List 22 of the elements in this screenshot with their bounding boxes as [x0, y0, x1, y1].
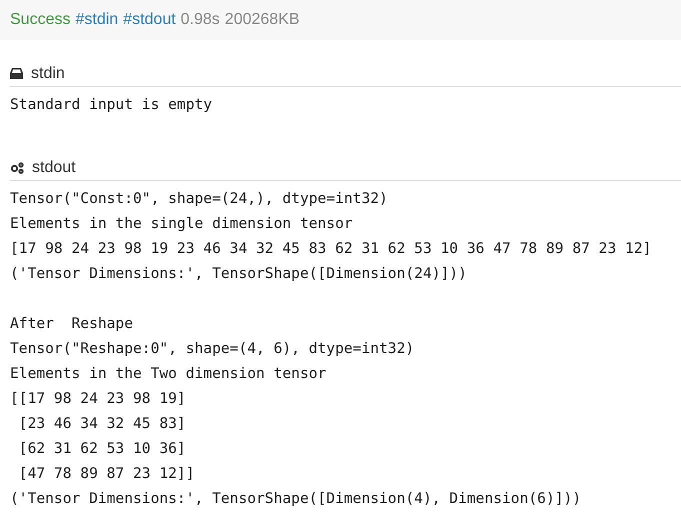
output-line: ('Tensor Dimensions:', TensorShape([Dimension(24)])): [10, 264, 468, 284]
tag-link[interactable]: #stdout: [123, 11, 176, 29]
tag-link[interactable]: #stdin: [75, 11, 118, 29]
memory-text: 200268KB: [224, 11, 300, 29]
section-title: stdin: [31, 64, 65, 82]
output-line: ('Tensor Dimensions:', TensorShape([Dimension(4), Dimension(6)])): [10, 489, 582, 509]
output-line: Standard input is empty: [10, 95, 214, 115]
output-line: [47 78 89 87 23 12]]: [18, 464, 196, 484]
output-line: [[17 98 24 23 98 19]: [10, 389, 187, 409]
output-line: [62 31 62 53 10 36]: [18, 439, 187, 459]
inbox-icon: [10, 68, 23, 79]
output-line: Elements in the Two dimension tensor: [10, 364, 328, 384]
output-line: Elements in the single dimension tensor: [10, 214, 354, 234]
output-line: [23 46 34 32 45 83]: [18, 414, 187, 434]
result-label: Success: [10, 11, 70, 29]
output-line: [17 98 24 23 98 19 23 46 34 32 45 83 62 31 62 53 10 36 47 78 89 87 23 12]: [10, 239, 652, 259]
time-text: 0.98s: [180, 11, 220, 29]
gears-icon: [10, 162, 24, 174]
output-line: Tensor("Const:0", shape=(24,), dtype=int32): [10, 189, 389, 209]
section-title: stdout: [32, 158, 76, 176]
output-line: After Reshape: [10, 314, 134, 334]
output-line: Tensor("Reshape:0", shape=(4, 6), dtype=int32): [10, 339, 416, 359]
